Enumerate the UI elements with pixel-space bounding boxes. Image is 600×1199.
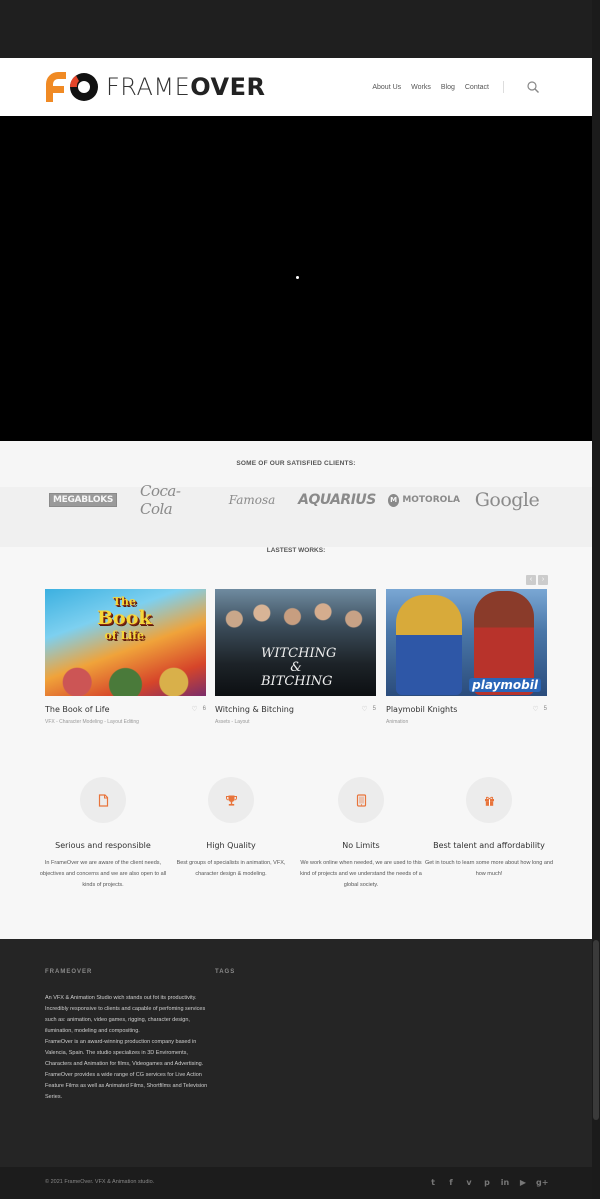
nav-divider	[503, 81, 504, 93]
logo[interactable]: FRAMEOVER	[44, 70, 266, 104]
footer-about-text: An VFX & Animation Studio wich stands ou…	[45, 993, 210, 1103]
tablet-icon	[356, 793, 366, 807]
client-logo-aquarius: AQUARIUS	[298, 492, 376, 508]
logo-mark-icon	[46, 72, 98, 102]
main-nav: About Us Works Blog Contact	[362, 58, 504, 116]
works-title: LASTEST WORKS:	[266, 547, 326, 554]
footer-about-heading: FRAMEOVER	[45, 969, 93, 975]
feature-item: High Quality Best groups of specialists …	[166, 777, 296, 880]
footer-tags-heading: TAGS	[215, 969, 236, 975]
feature-title: Serious and responsible	[55, 841, 151, 850]
heart-icon: ♡	[361, 706, 368, 713]
loading-indicator	[296, 276, 299, 279]
poster-title: playmobil	[469, 678, 541, 692]
hero-video[interactable]	[0, 116, 592, 441]
carousel-controls: ‹ ›	[524, 575, 548, 585]
poster-title: WITCHING & BITCHING	[261, 646, 337, 689]
google-plus-icon[interactable]: g+	[536, 1177, 548, 1188]
page: FRAMEOVER About Us Works Blog Contact SO…	[0, 0, 600, 1199]
poster-characters	[45, 650, 206, 696]
work-title[interactable]: Witching & Bitching	[215, 705, 376, 714]
heart-icon: ♡	[191, 706, 198, 713]
logo-text: FRAMEOVER	[106, 73, 266, 101]
vimeo-icon[interactable]: v	[464, 1177, 474, 1188]
nav-item-contact[interactable]: Contact	[465, 84, 489, 91]
client-logo-famosa: Famosa	[228, 493, 276, 507]
nav-item-about-us[interactable]: About Us	[372, 84, 401, 91]
feature-item: Best talent and affordability Get in tou…	[424, 777, 554, 880]
like-counter[interactable]: ♡ 6	[191, 705, 206, 713]
feature-title: No Limits	[342, 841, 380, 850]
client-logo-coca-cola: Coca-Cola	[140, 482, 181, 518]
work-item[interactable]: playmobil Playmobil Knights Animation ♡ 5	[386, 589, 547, 725]
work-thumbnail[interactable]: playmobil	[386, 589, 547, 696]
feature-icon-circle	[466, 777, 512, 823]
feature-item: No Limits We work online when needed, we…	[296, 777, 426, 891]
works-section: LASTEST WORKS: ‹ › The Book of Life The Bo…	[0, 547, 592, 939]
scrollbar[interactable]	[592, 0, 600, 1199]
poster-title: The Book of Life	[97, 595, 152, 642]
footer-about-paragraph: FrameOver provides a wide range of CG se…	[45, 1072, 208, 1100]
feature-text: Get in touch to learn some more about ho…	[424, 860, 554, 877]
like-counter[interactable]: ♡ 5	[361, 705, 376, 713]
work-categories: VFX - Character Modeling - Layout Editin…	[45, 719, 139, 725]
work-categories: Animation	[386, 719, 409, 725]
site-header: FRAMEOVER About Us Works Blog Contact	[0, 58, 592, 116]
work-categories: Assets - Layout	[215, 719, 250, 725]
feature-title: High Quality	[206, 841, 256, 850]
search-icon[interactable]	[526, 80, 540, 94]
twitter-icon[interactable]: t	[428, 1177, 438, 1188]
heart-icon: ♡	[532, 706, 539, 713]
document-icon	[98, 793, 108, 807]
bottom-bar: © 2021 FrameOver. VFX & Animation studio…	[0, 1167, 592, 1199]
client-logo-motorola: M MOTOROLA	[388, 490, 460, 510]
client-logo-google: Google	[474, 489, 540, 511]
pinterest-icon[interactable]: p	[482, 1177, 492, 1188]
work-thumbnail[interactable]: The Book of Life	[45, 589, 206, 696]
client-logo-megabloks: MEGABLOKS	[48, 490, 118, 510]
linkedin-icon[interactable]: in	[500, 1177, 510, 1188]
feature-icon-circle	[338, 777, 384, 823]
clients-section: SOME OF OUR SATISFIED CLIENTS: MEGABLOKS…	[0, 441, 592, 547]
poster-knight-gold	[396, 595, 462, 695]
work-title[interactable]: The Book of Life	[45, 705, 206, 714]
work-item[interactable]: The Book of Life The Book of Life VFX - Ch…	[45, 589, 206, 725]
social-links: t f v p in ▶ g+	[420, 1177, 548, 1188]
main-content: FRAMEOVER About Us Works Blog Contact SO…	[0, 0, 592, 1199]
feature-item: Serious and responsible In FrameOver we …	[38, 777, 168, 891]
copyright: © 2021 FrameOver. VFX & Animation studio…	[45, 1179, 155, 1185]
nav-item-works[interactable]: Works	[411, 84, 431, 91]
scrollbar-thumb[interactable]	[593, 940, 599, 1120]
footer-about-paragraph: FrameOver is an award-winning production…	[45, 1039, 204, 1067]
motorola-m-icon: M	[388, 493, 400, 507]
site-footer: FRAMEOVER TAGS An VFX & Animation Studio…	[0, 939, 592, 1167]
feature-icon-circle	[80, 777, 126, 823]
youtube-icon[interactable]: ▶	[518, 1177, 528, 1188]
feature-text: Best groups of specialists in animation,…	[176, 860, 286, 877]
chevron-right-icon[interactable]: ›	[538, 575, 548, 585]
feature-title: Best talent and affordability	[433, 841, 545, 850]
work-item[interactable]: WITCHING & BITCHING Witching & Bitching …	[215, 589, 376, 725]
facebook-icon[interactable]: f	[446, 1177, 456, 1188]
feature-icon-circle	[208, 777, 254, 823]
work-title[interactable]: Playmobil Knights	[386, 705, 547, 714]
feature-text: In FrameOver we are aware of the client …	[39, 860, 167, 888]
gift-icon	[484, 796, 494, 806]
trophy-icon	[225, 795, 237, 806]
chevron-left-icon[interactable]: ‹	[526, 575, 536, 585]
footer-about-paragraph: An VFX & Animation Studio wich stands ou…	[45, 995, 206, 1034]
clients-title: SOME OF OUR SATISFIED CLIENTS:	[236, 460, 356, 467]
like-counter[interactable]: ♡ 5	[532, 705, 547, 713]
feature-text: We work online when needed, we are used …	[300, 860, 422, 888]
work-thumbnail[interactable]: WITCHING & BITCHING	[215, 589, 376, 696]
nav-item-blog[interactable]: Blog	[441, 84, 455, 91]
